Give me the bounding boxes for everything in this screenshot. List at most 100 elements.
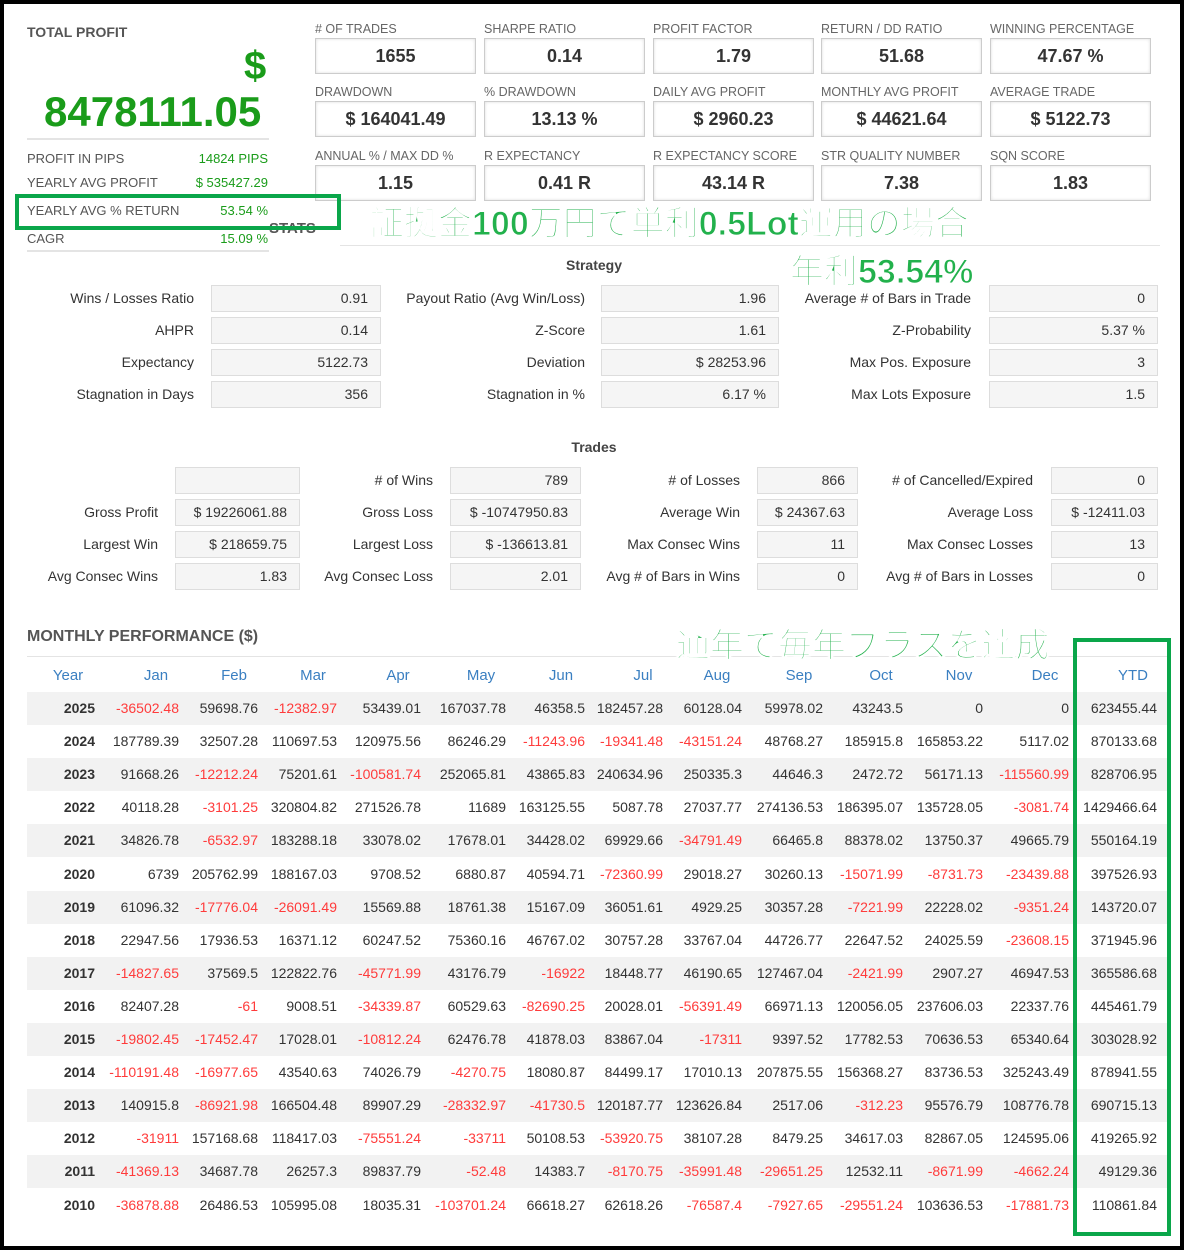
month-value-cell: 34687.78 [199,1163,258,1180]
column-header-mar: Mar [300,667,326,684]
month-value-cell: 56171.13 [924,766,983,783]
strategy-value: 5.37 % [989,317,1158,344]
month-value-cell: -43151.24 [678,733,742,750]
month-value-cell: 30260.13 [764,865,823,882]
month-value-cell: 40594.71 [526,865,585,882]
month-value-cell: 30357.28 [764,898,823,915]
stat-value-box: 1655 [315,38,476,74]
month-value-cell: 89837.79 [362,1163,421,1180]
year-cell: 2024 [63,733,95,750]
month-value-cell: -56391.49 [678,997,742,1014]
month-value-cell: 120056.05 [836,997,903,1014]
year-cell: 2014 [63,1064,95,1081]
month-value-cell: 43540.63 [278,1064,337,1081]
strategy-value: 1.96 [601,285,779,312]
monthly-title: MONTHLY PERFORMANCE ($) [27,628,259,645]
month-value-cell: 240634.96 [596,766,663,783]
month-value-cell: 40118.28 [121,799,179,816]
table-row: 2013 140915.8 -86921.98 166504.48 89907.29 -2… [27,1089,1167,1123]
column-header-apr: Apr [386,667,410,684]
stat-label: % DRAWDOWN [484,85,576,99]
month-value-cell: 50108.53 [526,1130,585,1147]
month-value-cell: -53920.75 [599,1130,663,1147]
month-value-cell: 14383.7 [534,1163,585,1180]
month-value-cell: -52.48 [466,1163,506,1180]
month-value-cell: 9708.52 [370,865,421,882]
month-value-cell: 20028.01 [604,997,663,1014]
strategy-value: 0.14 [211,317,381,344]
left-stat-value: 15.09 % [220,231,268,246]
table-row: 2023 91668.26 -12212.24 75201.61 -100581.74 2… [27,758,1167,792]
stat-label: SQN SCORE [990,149,1066,163]
left-stat-value: 14824 PIPS [198,151,268,166]
month-value-cell: 29018.27 [683,865,742,882]
month-value-cell: 12532.11 [845,1163,903,1180]
month-value-cell: 89907.29 [362,1097,421,1114]
stat-label: MONTHLY AVG PROFIT [821,85,959,99]
trades-value: $ -12411.03 [1051,499,1158,526]
table-row: 2024 187789.39 32507.28 110697.53 120975.56 8… [27,725,1167,758]
month-value-cell: 74026.79 [362,1064,421,1081]
trades-label: Max Consec Wins [627,536,740,552]
month-value-cell: 4929.25 [691,898,742,915]
stat-label: R EXPECTANCY SCORE [653,149,798,163]
month-value-cell: 108776.78 [1002,1097,1069,1114]
month-value-cell: 17782.53 [844,1031,903,1047]
month-value-cell: 105995.08 [270,1196,337,1213]
strategy-value: 3 [989,349,1158,376]
trades-label: Largest Win [83,536,158,552]
stat-value-box: $ 5122.73 [990,101,1151,137]
trades-value: 13 [1051,531,1158,558]
month-value-cell: -10812.24 [357,1031,421,1047]
stat-label: R EXPECTANCY [484,149,581,163]
month-value-cell: 157168.68 [191,1130,258,1147]
trades-value: $ -136613.81 [450,531,581,558]
month-value-cell: 120975.56 [354,733,421,750]
month-value-cell: 86246.29 [447,733,506,750]
month-value-cell: -26091.49 [273,898,337,915]
month-value-cell: 5117.02 [1019,733,1069,750]
left-stat-label: YEARLY AVG PROFIT [27,175,158,190]
month-value-cell: 17028.01 [278,1031,337,1047]
strategy-label: Stagnation in Days [76,386,194,402]
month-value-cell: 26486.53 [199,1196,258,1213]
year-cell: 2022 [63,799,95,816]
month-value-cell: 84499.17 [604,1064,663,1081]
table-row: 2015 -19802.45 -17452.47 17028.01 -10812.24 6… [27,1023,1167,1056]
strategy-value: 0 [989,285,1158,312]
month-value-cell: 34617.03 [844,1130,903,1147]
month-value-cell: -36878.88 [115,1196,179,1213]
table-row: 2019 61096.32 -17776.04 -26091.49 15569.88 18… [27,890,1167,924]
month-value-cell: 88378.02 [844,832,903,849]
stat-value-box: 0.14 [484,38,645,74]
month-value-cell: 9008.51 [286,997,337,1014]
month-value-cell: 127467.04 [756,964,823,981]
month-value-cell: 75360.16 [447,931,506,948]
month-value-cell: -29651.25 [759,1163,823,1180]
strategy-title: Strategy [565,257,623,273]
strategy-label: Expectancy [121,354,194,370]
month-value-cell: 60247.52 [362,931,421,948]
trades-value: 2.01 [450,563,581,590]
highlight-ytd-column [1073,638,1171,1236]
strategy-label: Payout Ratio (Avg Win/Loss) [406,290,585,306]
month-value-cell: -12382.97 [273,700,337,716]
year-cell: 2018 [63,931,95,948]
month-value-cell: 60529.63 [447,997,506,1014]
month-value-cell: -3081.74 [1013,799,1069,816]
month-value-cell: 187789.39 [112,733,179,750]
month-value-cell: -103701.24 [435,1196,506,1213]
trades-value: 866 [757,467,858,494]
month-value-cell: -8170.75 [607,1163,663,1180]
month-value-cell: 15569.88 [362,898,421,915]
month-value-cell: 18761.38 [447,898,506,915]
month-value-cell: 75201.61 [278,766,337,783]
month-value-cell: 82407.28 [120,997,179,1014]
trades-value: 11 [757,531,858,558]
month-value-cell: 18080.87 [526,1064,585,1081]
stat-value-box: 47.67 % [990,38,1151,74]
month-value-cell: -312.23 [855,1097,903,1114]
month-value-cell: 70636.53 [924,1031,983,1047]
month-value-cell: 118417.03 [271,1130,337,1147]
year-cell: 2011 [64,1163,95,1180]
